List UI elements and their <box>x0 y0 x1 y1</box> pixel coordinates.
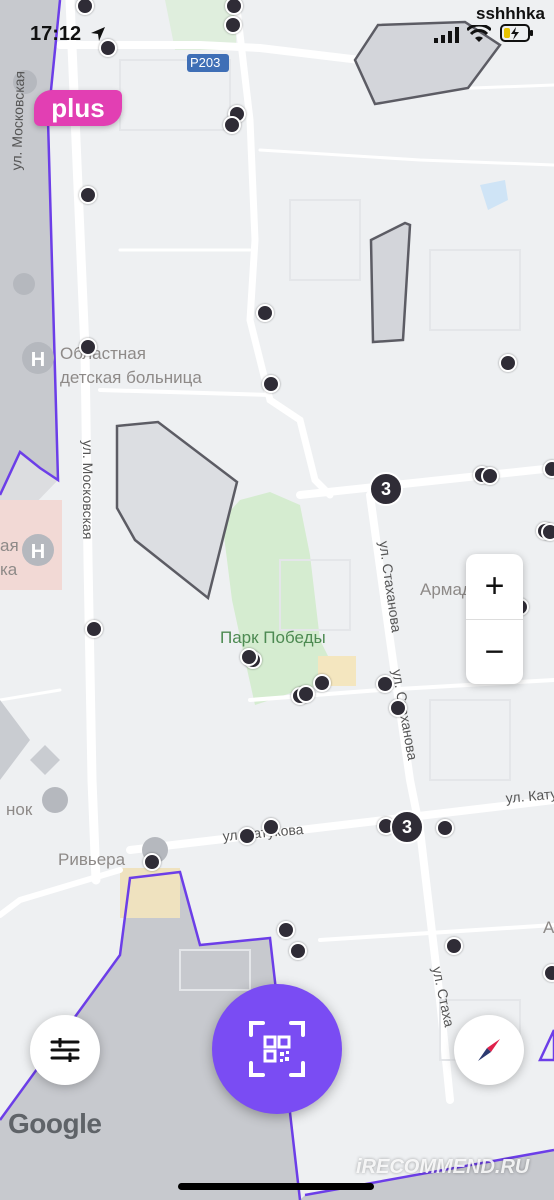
scooter-marker[interactable] <box>389 699 407 717</box>
scooter-marker[interactable] <box>541 523 554 541</box>
signal-icon <box>434 27 459 43</box>
compass-icon <box>478 1039 500 1061</box>
scooter-marker[interactable] <box>289 942 307 960</box>
scooter-cluster[interactable]: 3 <box>369 472 403 506</box>
scooter-marker[interactable] <box>313 674 331 692</box>
home-indicator <box>178 1183 374 1190</box>
scooter-marker[interactable] <box>262 375 280 393</box>
scooter-marker[interactable] <box>499 354 517 372</box>
qr-scan-icon <box>249 1021 305 1077</box>
scooter-marker[interactable] <box>445 937 463 955</box>
svg-text:H: H <box>31 541 45 563</box>
scan-qr-button[interactable] <box>212 984 342 1114</box>
compass-button[interactable] <box>454 1015 524 1085</box>
scooter-marker[interactable] <box>277 921 295 939</box>
scooter-marker[interactable] <box>79 338 97 356</box>
scooter-marker[interactable] <box>376 675 394 693</box>
scooter-marker[interactable] <box>256 304 274 322</box>
scooter-cluster[interactable]: 3 <box>390 810 424 844</box>
scooter-marker[interactable] <box>297 685 315 703</box>
plus-subscription-badge[interactable]: plus <box>34 90 122 126</box>
zoom-controls: + − <box>466 554 523 684</box>
scooter-marker[interactable] <box>85 620 103 638</box>
scooter-marker[interactable] <box>543 460 554 478</box>
filters-button[interactable] <box>30 1015 100 1085</box>
scooter-marker[interactable] <box>481 467 499 485</box>
scooter-marker[interactable] <box>143 853 161 871</box>
google-logo: Google <box>8 1108 102 1139</box>
scooter-marker[interactable] <box>262 818 280 836</box>
scooter-marker[interactable] <box>240 648 258 666</box>
scooter-marker[interactable] <box>224 16 242 34</box>
battery-icon <box>500 24 533 42</box>
scooter-marker[interactable] <box>223 116 241 134</box>
scooter-marker[interactable] <box>436 819 454 837</box>
watermark: iRECOMMEND.RU <box>356 1156 530 1178</box>
scooter-marker[interactable] <box>543 964 554 982</box>
scooter-marker[interactable] <box>79 186 97 204</box>
parking-zone-2 <box>369 221 412 344</box>
location-arrow-icon <box>91 27 105 41</box>
status-time: 17:12 <box>30 23 82 45</box>
wifi-icon <box>467 25 491 42</box>
filters-icon <box>50 1038 80 1062</box>
zoom-in-button[interactable]: + <box>466 554 523 619</box>
svg-text:H: H <box>31 349 45 371</box>
zoom-out-button[interactable]: − <box>466 620 523 684</box>
scooter-marker[interactable] <box>238 827 256 845</box>
